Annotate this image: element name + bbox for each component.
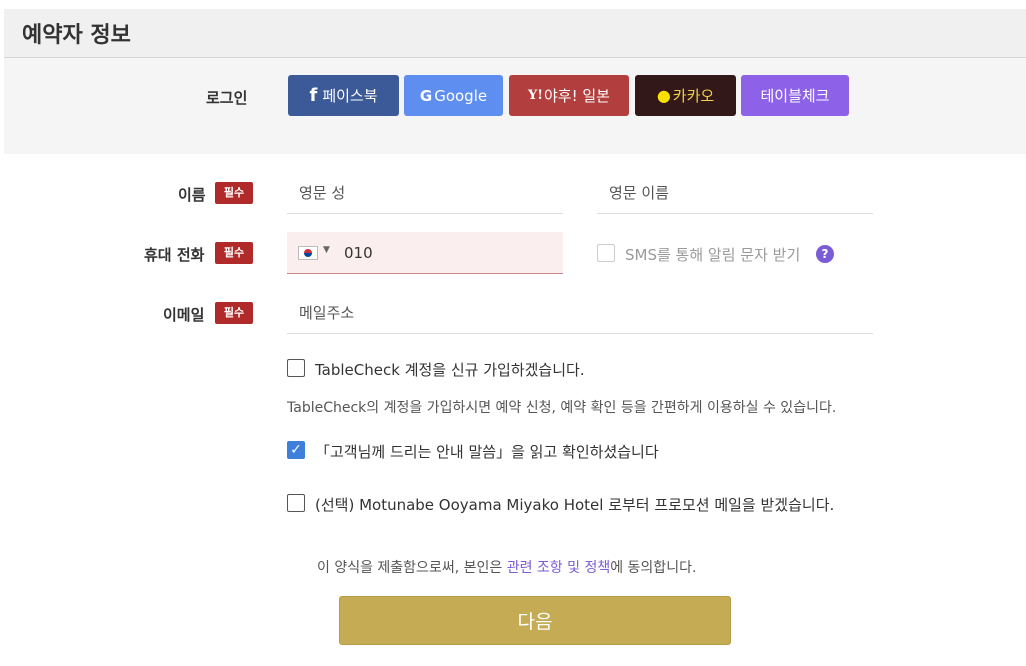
consent-prefix: 이 양식을 제출함으로써, 본인은	[317, 560, 507, 576]
yahoo-japan-login-label: 야후! 일본	[544, 87, 610, 105]
signup-label: TableCheck 계정을 신규 가입하겠습니다.	[315, 361, 585, 379]
tablecheck-login-button[interactable]: 테이블체크	[741, 75, 849, 116]
terms-link[interactable]: 관련 조항 및 정책	[507, 560, 611, 576]
email-input[interactable]	[287, 292, 873, 333]
facebook-login-label: 페이스북	[322, 87, 378, 105]
email-label: 이메일	[163, 306, 205, 324]
phone-required-badge: 필수	[215, 242, 253, 264]
kakao-icon: ●	[656, 86, 671, 105]
sms-label: SMS를 통해 알림 문자 받기	[625, 246, 801, 264]
promo-label: (선택) Motunabe Ooyama Miyako Hotel 로부터 프로…	[315, 496, 835, 514]
kakao-login-label: 카카오	[672, 87, 715, 105]
consent-inner: 이 양식을 제출함으로써, 본인은 관련 조항 및 정책에 동의합니다.	[317, 557, 696, 577]
first-name-input[interactable]	[597, 172, 873, 213]
promo-checkbox[interactable]	[287, 494, 305, 512]
name-required-badge: 필수	[215, 182, 253, 204]
section-header: 예약자 정보	[4, 9, 1026, 58]
phone-label: 휴대 전화	[144, 246, 205, 264]
facebook-icon: f	[309, 85, 318, 106]
google-icon: G	[419, 86, 433, 105]
facebook-login-button[interactable]: f 페이스북	[288, 75, 399, 116]
yahoo-japan-icon: Y!	[528, 88, 543, 103]
sms-checkbox[interactable]	[597, 244, 615, 262]
phone-input[interactable]: 010	[344, 244, 373, 262]
notice-checkbox[interactable]: ✓	[287, 441, 305, 459]
login-label: 로그인	[206, 89, 248, 107]
consent-suffix: 에 동의합니다.	[610, 560, 697, 576]
last-name-field	[287, 172, 563, 214]
help-icon[interactable]: ?	[816, 245, 834, 263]
phone-field: ▼ 010	[287, 232, 563, 274]
last-name-input[interactable]	[287, 172, 563, 213]
first-name-field	[597, 172, 873, 214]
kr-flag-icon[interactable]	[298, 246, 318, 260]
google-login-button[interactable]: G Google	[404, 75, 503, 116]
yahoo-japan-login-button[interactable]: Y! 야후! 일본	[509, 75, 629, 116]
signup-helper-text: TableCheck의 계정을 가입하시면 예약 신청, 예약 확인 등을 간편…	[287, 400, 837, 416]
email-required-badge: 필수	[215, 302, 253, 324]
page-title: 예약자 정보	[22, 23, 131, 48]
next-button[interactable]: 다음	[339, 596, 731, 645]
kr-flag-emblem	[304, 249, 312, 257]
google-login-label: Google	[434, 86, 488, 105]
signup-checkbox[interactable]	[287, 359, 305, 377]
tablecheck-login-label: 테이블체크	[760, 87, 830, 105]
name-label: 이름	[178, 186, 206, 204]
email-field	[287, 292, 873, 334]
chevron-down-icon[interactable]: ▼	[323, 245, 330, 255]
kakao-login-button[interactable]: ● 카카오	[635, 75, 736, 116]
notice-label: 「고객님께 드리는 안내 말씀」을 읽고 확인하셨습니다	[315, 443, 659, 461]
